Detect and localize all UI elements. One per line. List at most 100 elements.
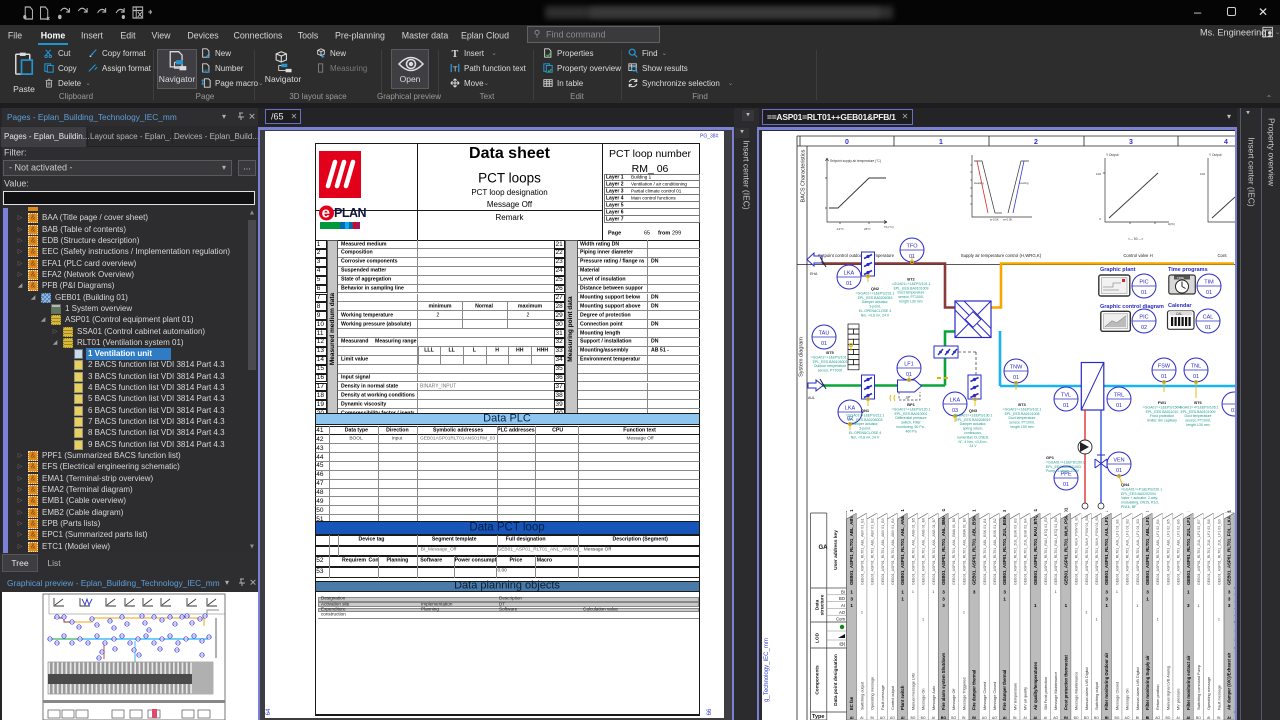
svg-text:01: 01 [1193,374,1199,380]
svg-text:BACS Characteristics: BACS Characteristics [801,149,807,202]
svg-text:BO: BO [1074,716,1079,720]
svg-text:QN1: QN1 [861,408,870,413]
svg-text:3: 3 [1228,590,1231,595]
svg-text:1: 1 [1116,590,1118,594]
svg-text:Nm, <0,8 m², 24 V: Nm, <0,8 m², 24 V [851,435,880,439]
svg-text:=GGA01=+1&EPS/101.1: =GGA01=+1&EPS/101.1 [892,282,931,286]
svg-text:Message Auto: Message Auto [932,686,936,710]
svg-text:GEB01_ASP01_RLT01_ABL_BSK 01: GEB01_ASP01_RLT01_ABL_BSK 01 [972,509,977,585]
svg-text:Damper actuator,: Damper actuator, [960,422,987,426]
svg-text:Filter monitoring Supply air: Filter monitoring Supply air [1145,655,1150,710]
svg-text:GEB01_ASP01_RLT01_ABL_LF1 02_B: GEB01_ASP01_RLT01_ABL_LF1 02_B4 [1156,519,1160,585]
svg-text:structure: structure [820,594,826,615]
svg-text:1: 1 [850,603,853,608]
svg-text:MV temperature: MV temperature [1013,683,1017,710]
svg-text:=GGA01=+1&EPS/150.4: =GGA01=+1&EPS/150.4 [1143,405,1182,409]
svg-text:w-0.5K: w-0.5K [990,218,999,222]
svg-text:01: 01 [1116,403,1122,409]
svg-text:1: 1 [1034,603,1037,608]
svg-text:EPL_EES.BA0206019: EPL_EES.BA0206019 [956,418,991,422]
svg-text:Components: Components [815,665,821,695]
svg-text:AUL: AUL [808,396,815,400]
svg-text:BO: BO [941,716,947,720]
svg-text:Cooling: Cooling [1019,181,1029,185]
svg-text:TA (°C): TA (°C) [884,225,894,229]
svg-text:TVL: TVL [1061,393,1071,399]
svg-text:Y Output: Y Output [1106,153,1119,157]
svg-text:EPL_EES.BA0106003: EPL_EES.BA0106003 [813,360,848,364]
svg-text:3: 3 [1129,139,1133,146]
svg-text:BI: BI [841,589,845,594]
svg-text:3: 3 [1003,590,1006,595]
svg-text:Y Output: Y Output [1209,153,1222,157]
svg-text:PIC: PIC [1139,280,1148,286]
svg-text:EL.OPEN&CLOSE 4: EL.OPEN&CLOSE 4 [849,431,881,435]
svg-text:GEB01_ASP01_RLT01_RAU_BTQ 01_B: GEB01_ASP01_RLT01_RAU_BTQ 01_B5 [1044,517,1048,585]
svg-text:Frost protection: Frost protection [1150,414,1174,418]
svg-text:Nm, <0,8 m², 24 V: Nm, <0,8 m², 24 V [861,313,890,317]
svg-text:Setpoint control outdoor air t: Setpoint control outdoor air temperature [818,253,895,258]
svg-text:01: 01 [1231,408,1235,414]
svg-text:Message Off: Message Off [952,688,956,710]
svg-text:3-point,: 3-point, [869,305,881,309]
svg-text:Message Closed: Message Closed [993,682,997,710]
svg-text:GEB01_ASP01_RLT01_ABL_ABV 01_B: GEB01_ASP01_RLT01_ABL_ABV 01_B1 [860,518,864,585]
svg-text:Duct temperature: Duct temperature [1008,416,1035,420]
svg-text:CAL: CAL [1176,312,1182,316]
svg-text:Manual alarm LVB Digital: Manual alarm LVB Digital [1085,667,1089,710]
svg-text:BO: BO [839,596,846,601]
svg-text:Graphic plant: Graphic plant [1100,267,1136,273]
svg-text:BI: BI [870,716,873,720]
svg-text:3-point,: 3-point, [859,427,871,431]
svg-text:Switching output: Switching output [860,681,864,710]
svg-text:GEB01_ASP01_RLT01_WLH_PSW 01_B: GEB01_ASP01_RLT01_WLH_PSW 01_B8 [1085,516,1089,585]
svg-text:01: 01 [1205,325,1211,331]
svg-text:sensor, PT1000,: sensor, PT1000, [1009,421,1035,425]
svg-text:BI: BI [972,716,976,720]
svg-text:continuous,: continuous, [964,431,982,435]
svg-text:Control valve H: Control valve H [1123,253,1152,258]
svg-text:LKA: LKA [950,398,961,404]
svg-text:01: 01 [1161,374,1167,380]
svg-text:Data point designation: Data point designation [833,654,839,706]
svg-text:Duct temperature: Duct temperature [1184,414,1211,418]
svg-text:Com: Com [836,617,845,622]
svg-text:BT6: BT6 [1194,400,1202,405]
svg-text:Message Triggered: Message Triggered [962,677,966,710]
svg-text:AI: AI [1187,716,1191,720]
svg-text:01: 01 [846,281,852,287]
svg-text:Fire damper thermal: Fire damper thermal [972,670,977,710]
svg-text:Plant switch: Plant switch [900,685,905,710]
svg-text:AO: AO [839,610,846,615]
svg-text:1: 1 [963,611,965,615]
svg-text:w+0.5K: w+0.5K [1003,218,1013,222]
svg-text:GEB01_ASP01_RLT01_ANL_ANB 01_B: GEB01_ASP01_RLT01_ANL_ANB 01_B7 [932,518,936,585]
svg-text:AO: AO [992,716,997,720]
svg-text:123: 123 [202,69,210,73]
svg-text:AI: AI [860,716,863,720]
svg-text:AI: AI [841,603,845,608]
svg-text:@|: @| [839,642,845,647]
svg-text:GEB01_ASP01_RLT01_ABL_ABV 01_B: GEB01_ASP01_RLT01_ABL_ABV 01_B4 [891,518,895,585]
svg-text:GEB01_ASP01_RLT01_ANL_BMA 01_B: GEB01_ASP01_RLT01_ANL_BMA 01_B0 [962,518,966,585]
svg-text:T: T [453,64,458,73]
svg-text:GEB01_ASP01_RLT01_ZUL_LF1 03_B: GEB01_ASP01_RLT01_ZUL_LF1 03_B8 [1207,519,1211,585]
svg-text:LKA: LKA [845,406,856,412]
svg-text:Graphic control diagram: Graphic control diagram [1100,304,1164,310]
svg-text:GEB01_ASP01_RLT01_ABL_LF1 02_B: GEB01_ASP01_RLT01_ABL_LF1 02_B5 [1166,519,1170,585]
svg-text:Duct temperature: Duct temperature [897,291,924,295]
svg-text:=GGA01=+1&EPS/120.1: =GGA01=+1&EPS/120.1 [892,407,931,411]
svg-text:1: 1 [1085,611,1087,615]
svg-text:3: 3 [1105,596,1108,601]
svg-text:User address key: User address key [833,530,839,570]
svg-text:3: 3 [1228,596,1231,601]
svg-text:01: 01 [1063,403,1069,409]
svg-text:GEB01_ASP01_RLT01_ANL_ANB 01_B: GEB01_ASP01_RLT01_ANL_ANB 01_B5 [911,518,915,585]
svg-text:1: 1 [1055,590,1057,594]
svg-text:spring return,: spring return, [963,427,984,431]
svg-text:Fire damper thermal: Fire damper thermal [1002,670,1007,710]
svg-text:1: 1 [1218,617,1220,621]
svg-text:EPL_EES.BA0101009: EPL_EES.BA0101009 [1181,410,1216,414]
svg-text:limiter, 6m capillary: limiter, 6m capillary [1147,419,1177,423]
svg-text:GEB01_ASP01_RLT01_ZUL_LF1 03: GEB01_ASP01_RLT01_ZUL_LF1 03 [1186,511,1191,585]
